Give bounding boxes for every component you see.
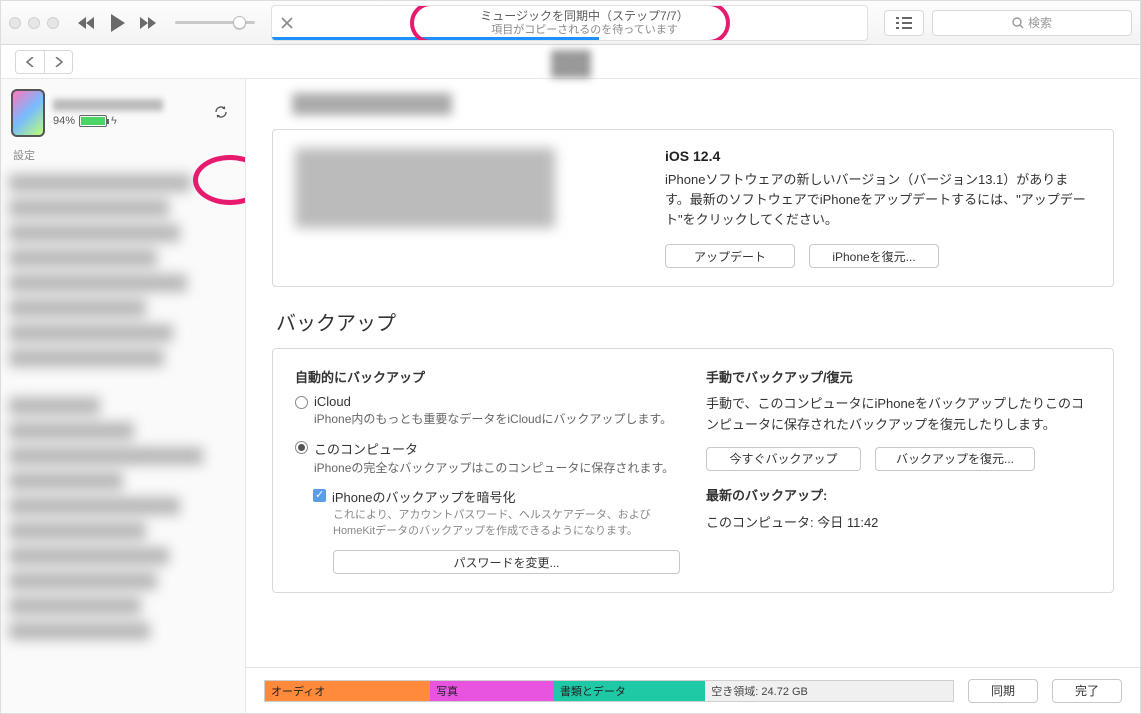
nav-arrows	[15, 50, 73, 74]
radio-icloud-desc: iPhone内のもっとも重要なデータをiCloudにバックアップします。	[314, 411, 680, 428]
cancel-sync-icon[interactable]	[272, 17, 302, 29]
restore-iphone-button[interactable]: iPhoneを復元...	[809, 244, 939, 268]
radio-this-computer[interactable]: このコンピュータ	[295, 439, 680, 458]
content-area: iOS 12.4 iPhoneソフトウェアの新しいバージョン（バージョン13.1…	[246, 79, 1140, 714]
sub-toolbar	[1, 45, 1140, 79]
last-backup-value: このコンピュータ: 今日 11:42	[706, 512, 1091, 531]
battery-percent: 94%	[53, 115, 75, 127]
device-header: 94% ϟ	[1, 79, 245, 143]
encrypt-backup-checkbox[interactable]: iPhoneのバックアップを暗号化	[313, 487, 680, 506]
status-lcd: ミュージックを同期中（ステップ7/7） 項目がコピーされるのを待っています	[271, 5, 868, 41]
device-name	[53, 99, 163, 111]
bottom-bar: オーディオ 写真 書類とデータ 空き領域: 24.72 GB 同期 完了	[246, 667, 1140, 713]
device-title-redacted	[292, 93, 452, 115]
backup-section-title: バックアップ	[276, 307, 1114, 336]
radio-this-computer-label: このコンピュータ	[314, 439, 418, 458]
ios-update-message: iPhoneソフトウェアの新しいバージョン（バージョン13.1）があります。最新…	[665, 170, 1091, 230]
sidebar-settings-header: 設定	[1, 143, 245, 167]
backup-now-button[interactable]: 今すぐバックアップ	[706, 447, 861, 471]
storage-seg-free: 空き領域: 24.72 GB	[705, 681, 953, 701]
restore-backup-button[interactable]: バックアップを復元...	[875, 447, 1035, 471]
zoom-window-icon[interactable]	[47, 17, 59, 29]
search-placeholder: 検索	[1028, 14, 1052, 31]
charging-icon: ϟ	[111, 115, 117, 127]
manual-backup-desc: 手動で、このコンピュータにiPhoneをバックアップしたりこのコンピュータに保存…	[706, 394, 1091, 434]
prev-track-icon[interactable]	[77, 16, 97, 30]
storage-seg-photos: 写真	[430, 681, 554, 701]
window-controls	[9, 17, 59, 29]
radio-icloud-label: iCloud	[314, 394, 351, 409]
encrypt-backup-label: iPhoneのバックアップを暗号化	[332, 487, 515, 506]
search-input[interactable]: 検索	[932, 10, 1132, 36]
sync-progress-bar	[272, 37, 599, 40]
nav-back-button[interactable]	[16, 51, 44, 73]
sidebar: 94% ϟ 設定	[1, 79, 246, 714]
itunes-window: ミュージックを同期中（ステップ7/7） 項目がコピーされるのを待っています 検索	[0, 0, 1141, 714]
sync-status-line2: 項目がコピーされるのを待っています	[302, 23, 867, 37]
close-window-icon[interactable]	[9, 17, 21, 29]
minimize-window-icon[interactable]	[28, 17, 40, 29]
last-backup-header: 最新のバックアップ:	[706, 485, 1091, 504]
play-icon[interactable]	[109, 13, 127, 33]
sync-spinner-icon[interactable]	[207, 102, 235, 125]
storage-seg-docs: 書類とデータ	[554, 681, 705, 701]
device-tab-thumb[interactable]	[551, 50, 591, 78]
storage-bar: オーディオ 写真 書類とデータ 空き領域: 24.72 GB	[264, 680, 954, 702]
playback-controls	[77, 13, 159, 33]
change-password-button[interactable]: パスワードを変更...	[333, 550, 680, 574]
checkbox-icon	[313, 489, 326, 502]
list-view-button[interactable]	[884, 10, 924, 36]
search-icon	[1012, 17, 1024, 29]
manual-backup-header: 手動でバックアップ/復元	[706, 367, 1091, 386]
sync-button[interactable]: 同期	[968, 679, 1038, 703]
ios-panel: iOS 12.4 iPhoneソフトウェアの新しいバージョン（バージョン13.1…	[272, 129, 1114, 287]
battery-icon	[79, 115, 107, 127]
done-button[interactable]: 完了	[1052, 679, 1122, 703]
device-thumbnail-icon	[11, 89, 45, 137]
radio-icloud[interactable]: iCloud	[295, 394, 680, 409]
ios-version-heading: iOS 12.4	[665, 148, 1091, 164]
radio-icon	[295, 441, 308, 454]
sync-status-line1: ミュージックを同期中（ステップ7/7）	[302, 9, 867, 23]
encrypt-backup-desc: これにより、アカウントパスワード、ヘルスケアデータ、およびHomeKitデータの…	[333, 508, 680, 540]
titlebar: ミュージックを同期中（ステップ7/7） 項目がコピーされるのを待っています 検索	[1, 1, 1140, 45]
ios-info-redacted	[295, 148, 555, 228]
auto-backup-header: 自動的にバックアップ	[295, 367, 680, 386]
volume-slider[interactable]	[175, 21, 255, 24]
sidebar-items-redacted	[1, 174, 245, 640]
update-button[interactable]: アップデート	[665, 244, 795, 268]
nav-forward-button[interactable]	[44, 51, 72, 73]
next-track-icon[interactable]	[139, 16, 159, 30]
backup-panel: 自動的にバックアップ iCloud iPhone内のもっとも重要なデータをiCl…	[272, 348, 1114, 593]
storage-seg-audio: オーディオ	[265, 681, 430, 701]
radio-this-computer-desc: iPhoneの完全なバックアップはこのコンピュータに保存されます。	[314, 460, 680, 477]
radio-icon	[295, 396, 308, 409]
